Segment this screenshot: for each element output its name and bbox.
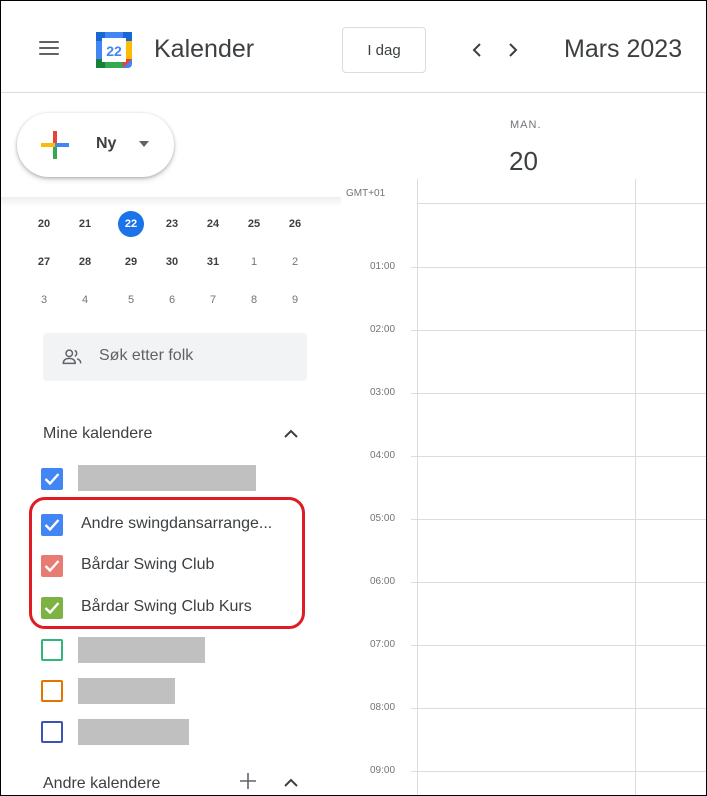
timezone-label: GMT+01 [346, 188, 386, 199]
mini-calendar-day[interactable]: 9 [282, 287, 308, 313]
calendar-item[interactable]: Bårdar Swing Club [41, 549, 311, 579]
hour-label: 04:00 [370, 450, 396, 461]
hour-gridline [411, 708, 706, 709]
mini-calendar-day[interactable]: 27 [31, 249, 57, 275]
checkbox-checked-icon[interactable] [41, 468, 63, 490]
other-calendars-title: Andre kalendere [43, 775, 161, 792]
calendar-item[interactable] [41, 674, 311, 704]
hour-label: 03:00 [370, 387, 396, 398]
chevron-up-icon[interactable] [283, 778, 299, 788]
plus-icon [41, 131, 69, 159]
hour-gridline [411, 456, 706, 457]
menu-icon[interactable] [39, 41, 59, 55]
checkbox-checked-icon[interactable] [41, 514, 63, 536]
checkbox-checked-icon[interactable] [41, 555, 63, 577]
chevron-up-icon[interactable] [283, 429, 299, 439]
day-name: MAN. [510, 119, 542, 131]
hour-gridline [411, 645, 706, 646]
hour-label: 07:00 [370, 639, 396, 650]
chevron-left-icon[interactable] [465, 38, 489, 62]
mini-calendar-day[interactable]: 23 [159, 211, 185, 237]
mini-calendar-day[interactable]: 4 [72, 287, 98, 313]
calendar-logo[interactable]: 22 [96, 32, 132, 68]
mini-calendar-day[interactable]: 2 [282, 249, 308, 275]
calendar-item-label: Andre swingdansarrange... [81, 515, 273, 532]
mini-calendar-day[interactable]: 29 [118, 249, 144, 275]
mini-calendar-today[interactable]: 22 [118, 211, 144, 237]
grid-left-border [417, 179, 418, 795]
sidebar-divider [1, 197, 341, 207]
mini-calendar-week: 20 21 22 23 24 25 26 [31, 211, 321, 237]
calendar-item-label: Bårdar Swing Club Kurs [81, 598, 252, 615]
people-icon [62, 349, 82, 365]
chevron-right-icon[interactable] [501, 38, 525, 62]
hour-gridline [411, 582, 706, 583]
mini-calendar-week: 27 28 29 30 31 1 2 [31, 249, 321, 275]
hour-gridline [411, 330, 706, 331]
mini-calendar-day[interactable]: 31 [200, 249, 226, 275]
mini-calendar-day[interactable]: 20 [31, 211, 57, 237]
redacted-calendar-name [78, 637, 205, 663]
top-bar: 22 Kalender I dag Mars 2023 [1, 1, 706, 93]
caret-down-icon [139, 141, 149, 147]
current-month-title: Mars 2023 [564, 35, 683, 63]
calendar-item[interactable] [41, 715, 311, 745]
hour-gridline [411, 393, 706, 394]
today-button[interactable]: I dag [342, 27, 426, 73]
checkbox-unchecked-icon[interactable] [41, 680, 63, 702]
checkbox-unchecked-icon[interactable] [41, 639, 63, 661]
hour-gridline [411, 267, 706, 268]
redacted-calendar-name [78, 719, 189, 745]
mini-calendar-day[interactable]: 26 [282, 211, 308, 237]
all-day-divider [417, 203, 706, 204]
calendar-item[interactable] [41, 633, 311, 663]
logo-day: 22 [106, 43, 122, 59]
calendar-item[interactable] [41, 462, 311, 492]
mini-calendar-day[interactable]: 5 [118, 287, 144, 313]
app-title: Kalender [154, 35, 255, 63]
redacted-calendar-name [78, 465, 256, 491]
mini-calendar-day[interactable]: 28 [72, 249, 98, 275]
mini-calendar-week: 3456789 [31, 287, 321, 313]
mini-calendar-day[interactable]: 25 [241, 211, 267, 237]
hour-label: 05:00 [370, 513, 396, 524]
mini-calendar-day[interactable]: 7 [200, 287, 226, 313]
hour-label: 06:00 [370, 576, 396, 587]
create-button[interactable]: Ny [17, 113, 174, 177]
create-button-label: Ny [96, 135, 117, 152]
mini-calendar-day[interactable]: 24 [200, 211, 226, 237]
hour-label: 09:00 [370, 765, 396, 776]
my-calendars-title: Mine kalendere [43, 425, 153, 442]
mini-calendar-day[interactable]: 3 [31, 287, 57, 313]
hour-gridline [411, 519, 706, 520]
checkbox-unchecked-icon[interactable] [41, 721, 63, 743]
calendar-item[interactable]: Bårdar Swing Club Kurs [41, 591, 311, 621]
calendar-item-label: Bårdar Swing Club [81, 556, 215, 573]
add-calendar-icon[interactable] [239, 772, 257, 790]
checkbox-checked-icon[interactable] [41, 597, 63, 619]
calendar-item[interactable]: Andre swingdansarrange... [41, 508, 311, 538]
redacted-calendar-name [78, 678, 175, 704]
grid-day-border [635, 179, 636, 795]
hour-label: 08:00 [370, 702, 396, 713]
hour-label: 02:00 [370, 324, 396, 335]
people-search-input[interactable]: Søk etter folk [43, 333, 307, 381]
mini-calendar-day[interactable]: 6 [159, 287, 185, 313]
mini-calendar-day[interactable]: 21 [72, 211, 98, 237]
calendar-app: 22 Kalender I dag Mars 2023 Ny 20 21 22 23 2… [0, 0, 707, 796]
people-search-placeholder: Søk etter folk [99, 347, 194, 364]
mini-calendar-day[interactable]: 30 [159, 249, 185, 275]
mini-calendar-day[interactable]: 1 [241, 249, 267, 275]
hour-gridline [411, 771, 706, 772]
day-number[interactable]: 20 [509, 146, 538, 177]
mini-calendar-day[interactable]: 8 [241, 287, 267, 313]
hour-label: 01:00 [370, 261, 396, 272]
